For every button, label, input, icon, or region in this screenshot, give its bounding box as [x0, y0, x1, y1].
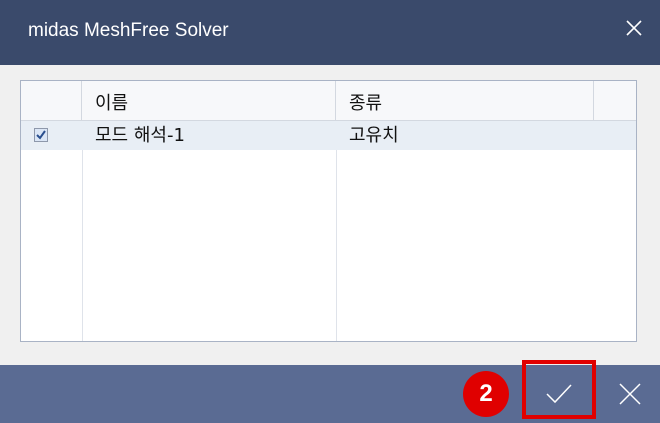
step-badge: 2 — [463, 371, 509, 417]
table-row[interactable]: 모드 해석-1 고유치 — [21, 121, 636, 150]
row-type: 고유치 — [349, 125, 399, 146]
row-checkbox[interactable] — [34, 128, 48, 142]
checkmark-icon — [546, 384, 572, 404]
checkbox-checked-icon — [36, 130, 46, 140]
cancel-button[interactable] — [605, 365, 655, 423]
close-icon — [626, 20, 642, 36]
analysis-grid: 이름 종류 모드 해석-1 고유치 — [20, 80, 637, 342]
column-divider — [336, 121, 337, 341]
header-type-col[interactable]: 종류 — [336, 81, 594, 120]
column-divider — [82, 121, 83, 341]
cancel-x-icon — [619, 383, 641, 405]
ok-button[interactable] — [525, 365, 593, 423]
window-close-button[interactable] — [614, 8, 654, 48]
dialog-footer: 2 — [0, 360, 660, 423]
title-bar: midas MeshFree Solver — [0, 0, 660, 65]
row-name: 모드 해석-1 — [95, 125, 185, 146]
header-spare-col — [594, 81, 636, 120]
header-name-col[interactable]: 이름 — [82, 81, 336, 120]
header-name-label: 이름 — [95, 93, 129, 114]
header-type-label: 종류 — [349, 93, 383, 114]
dialog-content: 이름 종류 모드 해석-1 고유치 — [0, 65, 660, 365]
header-checkbox-col — [21, 81, 82, 120]
window-title: midas MeshFree Solver — [28, 20, 229, 41]
grid-header: 이름 종류 — [21, 81, 636, 121]
